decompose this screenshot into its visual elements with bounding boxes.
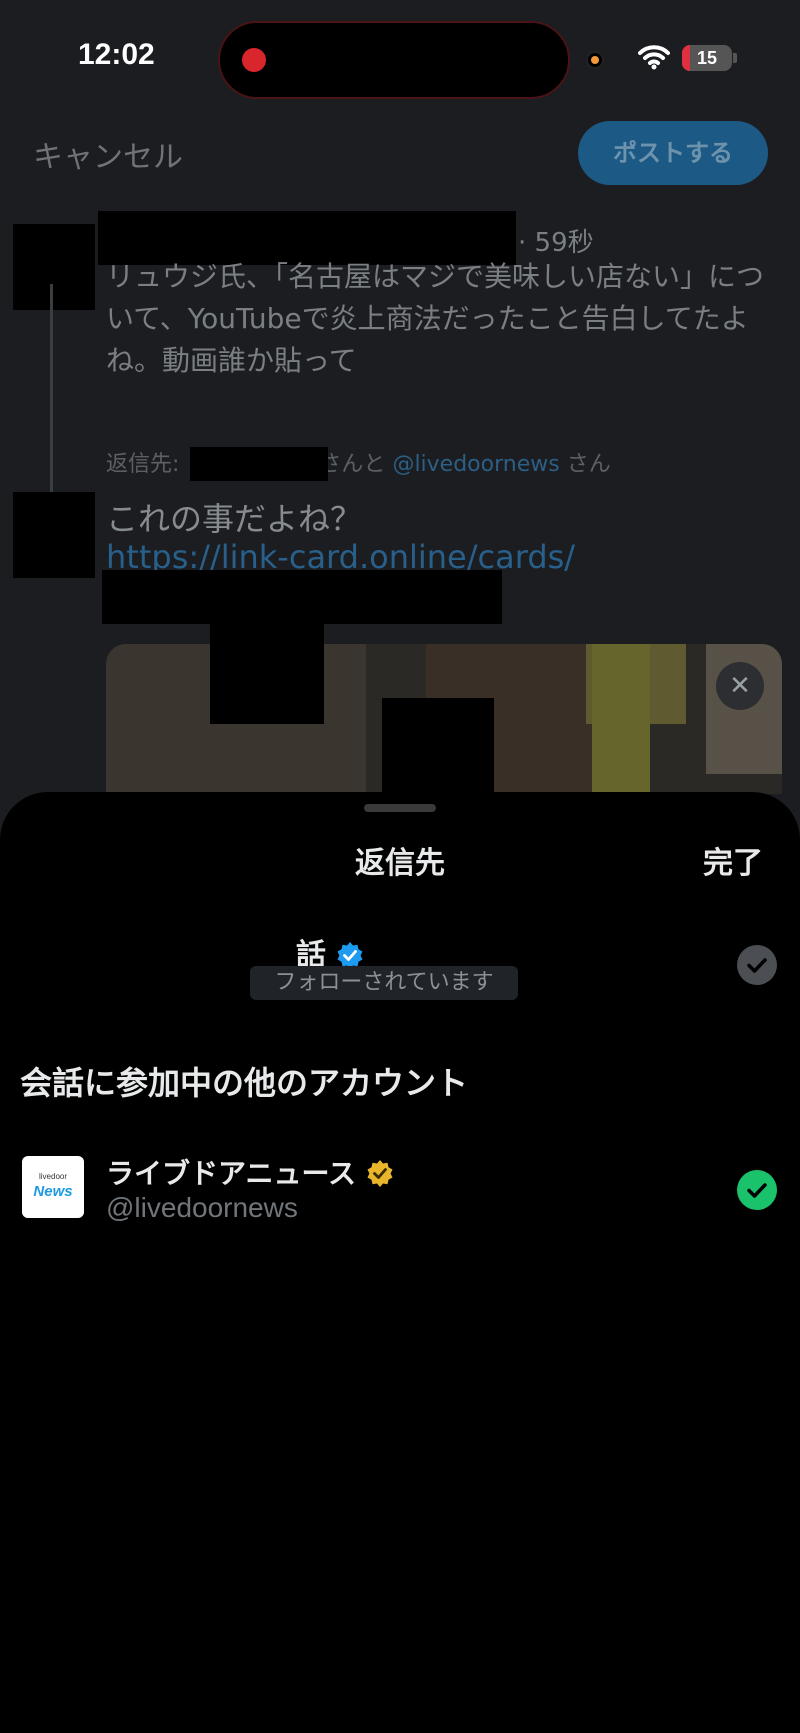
post-button[interactable]: ポストする [578,121,768,185]
redacted-avatar [13,224,95,310]
status-time: 12:02 [78,38,155,71]
done-button[interactable]: 完了 [703,838,763,882]
original-tweet-text: リュウジ氏、「名古屋はマジで美味しい店ない」について、YouTubeで炎上商法だ… [106,260,765,377]
check-icon [747,1183,767,1198]
check-icon [747,958,767,973]
logo-small-text: livedoor [38,1172,67,1181]
account-name-text: ライブドアニュース [106,1157,357,1190]
logo-big-text: News [33,1183,73,1200]
redacted-my-avatar [13,492,95,578]
redacted-link-text [102,570,502,624]
remove-card-button[interactable]: ✕ [716,662,764,710]
gold-verified-badge-icon [367,1160,393,1187]
primary-account-row[interactable] [0,910,800,1020]
primary-account-check[interactable] [737,945,777,985]
wifi-icon [638,45,670,70]
tweet-timestamp: · 59秒 [518,228,594,258]
reply-to-prefix: 返信先: [106,452,180,477]
account-name: ライブドアニュース [106,1152,394,1192]
verified-badge-icon [337,942,363,969]
battery-cap [733,53,737,63]
redacted-reply-user [190,447,328,481]
dynamic-island [218,21,570,99]
sheet-drag-handle[interactable] [364,804,436,812]
camera-indicator [586,51,604,69]
redacted-sheet-overlap [382,780,494,820]
account-check-selected[interactable] [737,1170,777,1210]
recording-indicator [242,48,266,72]
compose-text[interactable]: これの事だよね？ [106,494,362,540]
follows-you-badge: フォローされています [250,966,518,1000]
redacted-image-area-1 [210,620,324,724]
livedoornews-avatar: livedoor News [22,1156,84,1218]
tweet-timestamp-value: 59秒 [534,228,594,258]
account-handle: @livedoornews [106,1192,298,1223]
section-title: 会話に参加中の他のアカウント [20,1064,469,1102]
battery-icon: 15 [682,45,732,71]
thread-line [50,284,53,494]
sheet-title: 返信先 [355,846,445,881]
battery-level: 15 [696,48,718,68]
reply-to-handle: @livedoornews [392,452,560,477]
cancel-button[interactable]: キャンセル [33,132,183,176]
reply-to-end: さん [566,452,611,477]
reply-to-mid: さんと [319,452,386,477]
reply-to-line[interactable]: 返信先: さんと @livedoornews さん [106,446,611,478]
